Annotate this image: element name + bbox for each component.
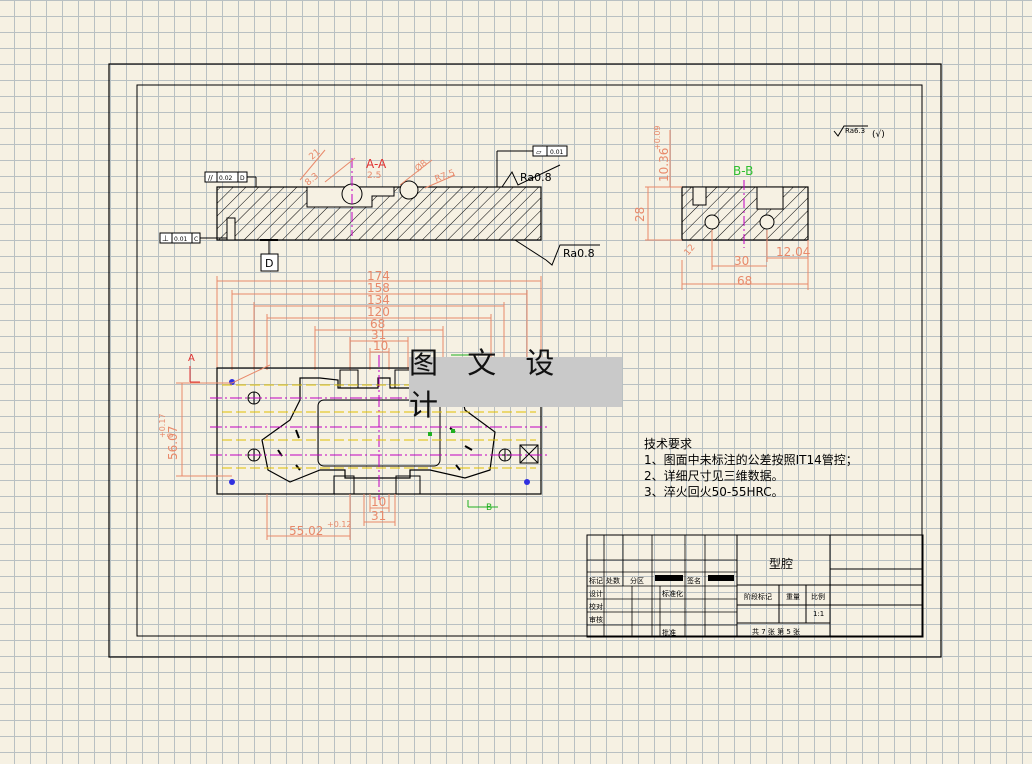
- tb-chushu: 处数: [606, 577, 620, 585]
- tb-bili: 比例: [811, 593, 825, 601]
- tb-qianming: 签名: [687, 577, 701, 585]
- svg-text:Ø8: Ø8: [413, 157, 430, 174]
- tech-note-3: 3、淬火回火50-55HRC。: [644, 485, 784, 499]
- datum-d: D: [260, 239, 279, 272]
- tech-notes: 技术要求 1、图面中未标注的公差按照IT14管控； 2、详细尺寸见三维数据。 3…: [644, 436, 858, 500]
- svg-text:12: 12: [683, 243, 698, 258]
- svg-text:55.02: 55.02: [289, 524, 323, 538]
- svg-text:10: 10: [371, 495, 386, 509]
- svg-text:R7.5: R7.5: [434, 168, 457, 184]
- tb-jiaodui: 校对: [589, 603, 603, 611]
- tb-sheets: 共 7 张 第 5 张: [752, 628, 801, 636]
- svg-text:68: 68: [737, 274, 752, 288]
- svg-text:0.01: 0.01: [550, 149, 564, 156]
- svg-text:28: 28: [633, 207, 647, 222]
- tb-fenqu: 分区: [630, 577, 644, 585]
- svg-text:Ra6.3: Ra6.3: [845, 127, 865, 135]
- tech-notes-title: 技术要求: [644, 437, 693, 451]
- tb-scale: 1:1: [813, 610, 825, 618]
- svg-text:B: B: [486, 503, 492, 513]
- section-bb-view: B-B 28 10.36 +0.09 30 12.04 68 12: [633, 125, 810, 290]
- roughness-top: Ra0.8: [501, 164, 561, 188]
- svg-text:⊥: ⊥: [162, 234, 169, 243]
- svg-text:10.36: 10.36: [657, 148, 671, 182]
- svg-text:C: C: [194, 236, 198, 243]
- tech-note-1: 1、图面中未标注的公差按照IT14管控；: [644, 453, 858, 467]
- svg-text:12.04: 12.04: [776, 245, 810, 259]
- svg-text:56.07: 56.07: [166, 426, 180, 460]
- svg-text:0.02: 0.02: [219, 175, 233, 182]
- tb-shenhe: 审核: [589, 616, 603, 624]
- tb-sheji: 设计: [589, 590, 603, 598]
- svg-text:Ra0.8: Ra0.8: [520, 171, 552, 184]
- part-name: 型腔: [769, 557, 794, 571]
- corner-roughness: Ra6.3 (√): [833, 125, 885, 140]
- svg-text:Ra0.8: Ra0.8: [563, 247, 595, 260]
- tb-zhongliang: 重量: [786, 593, 800, 601]
- svg-text:31: 31: [371, 509, 386, 523]
- section-aa-label: A-A: [366, 157, 387, 171]
- svg-text:30: 30: [734, 254, 749, 268]
- svg-text:D: D: [265, 257, 273, 270]
- tb-biaoji: 标记: [589, 577, 603, 585]
- tb-pizhun: 批准: [662, 629, 676, 637]
- roughness-bottom: Ra0.8: [514, 239, 600, 266]
- svg-text:10: 10: [373, 339, 388, 353]
- svg-text:2.5: 2.5: [367, 171, 381, 181]
- tech-note-2: 2、详细尺寸见三维数据。: [644, 469, 784, 483]
- svg-text:21: 21: [308, 147, 323, 162]
- svg-text:0.01: 0.01: [174, 236, 188, 243]
- svg-text:+0.09: +0.09: [653, 125, 662, 150]
- tb-jieduan: 阶段标记: [744, 593, 772, 601]
- svg-text:8.3: 8.3: [304, 171, 321, 188]
- svg-text:0: 0: [166, 433, 175, 438]
- svg-text://: //: [208, 174, 213, 182]
- tb-biaozhunhua: 标准化: [662, 590, 683, 598]
- svg-text:(√): (√): [872, 129, 885, 140]
- svg-text:A: A: [188, 353, 195, 364]
- svg-text:D: D: [240, 175, 245, 182]
- section-aa-view: 21 8.3 Ø8 R7.5 2.5 A-A: [216, 147, 542, 241]
- svg-text:+0.12: +0.12: [327, 520, 352, 529]
- watermark: 图 文 设 计: [409, 346, 622, 422]
- section-bb-label: B-B: [733, 164, 753, 178]
- parallelism-frame: // 0.02 D: [204, 171, 257, 187]
- title-block: [586, 534, 924, 638]
- svg-text:▱: ▱: [536, 148, 542, 156]
